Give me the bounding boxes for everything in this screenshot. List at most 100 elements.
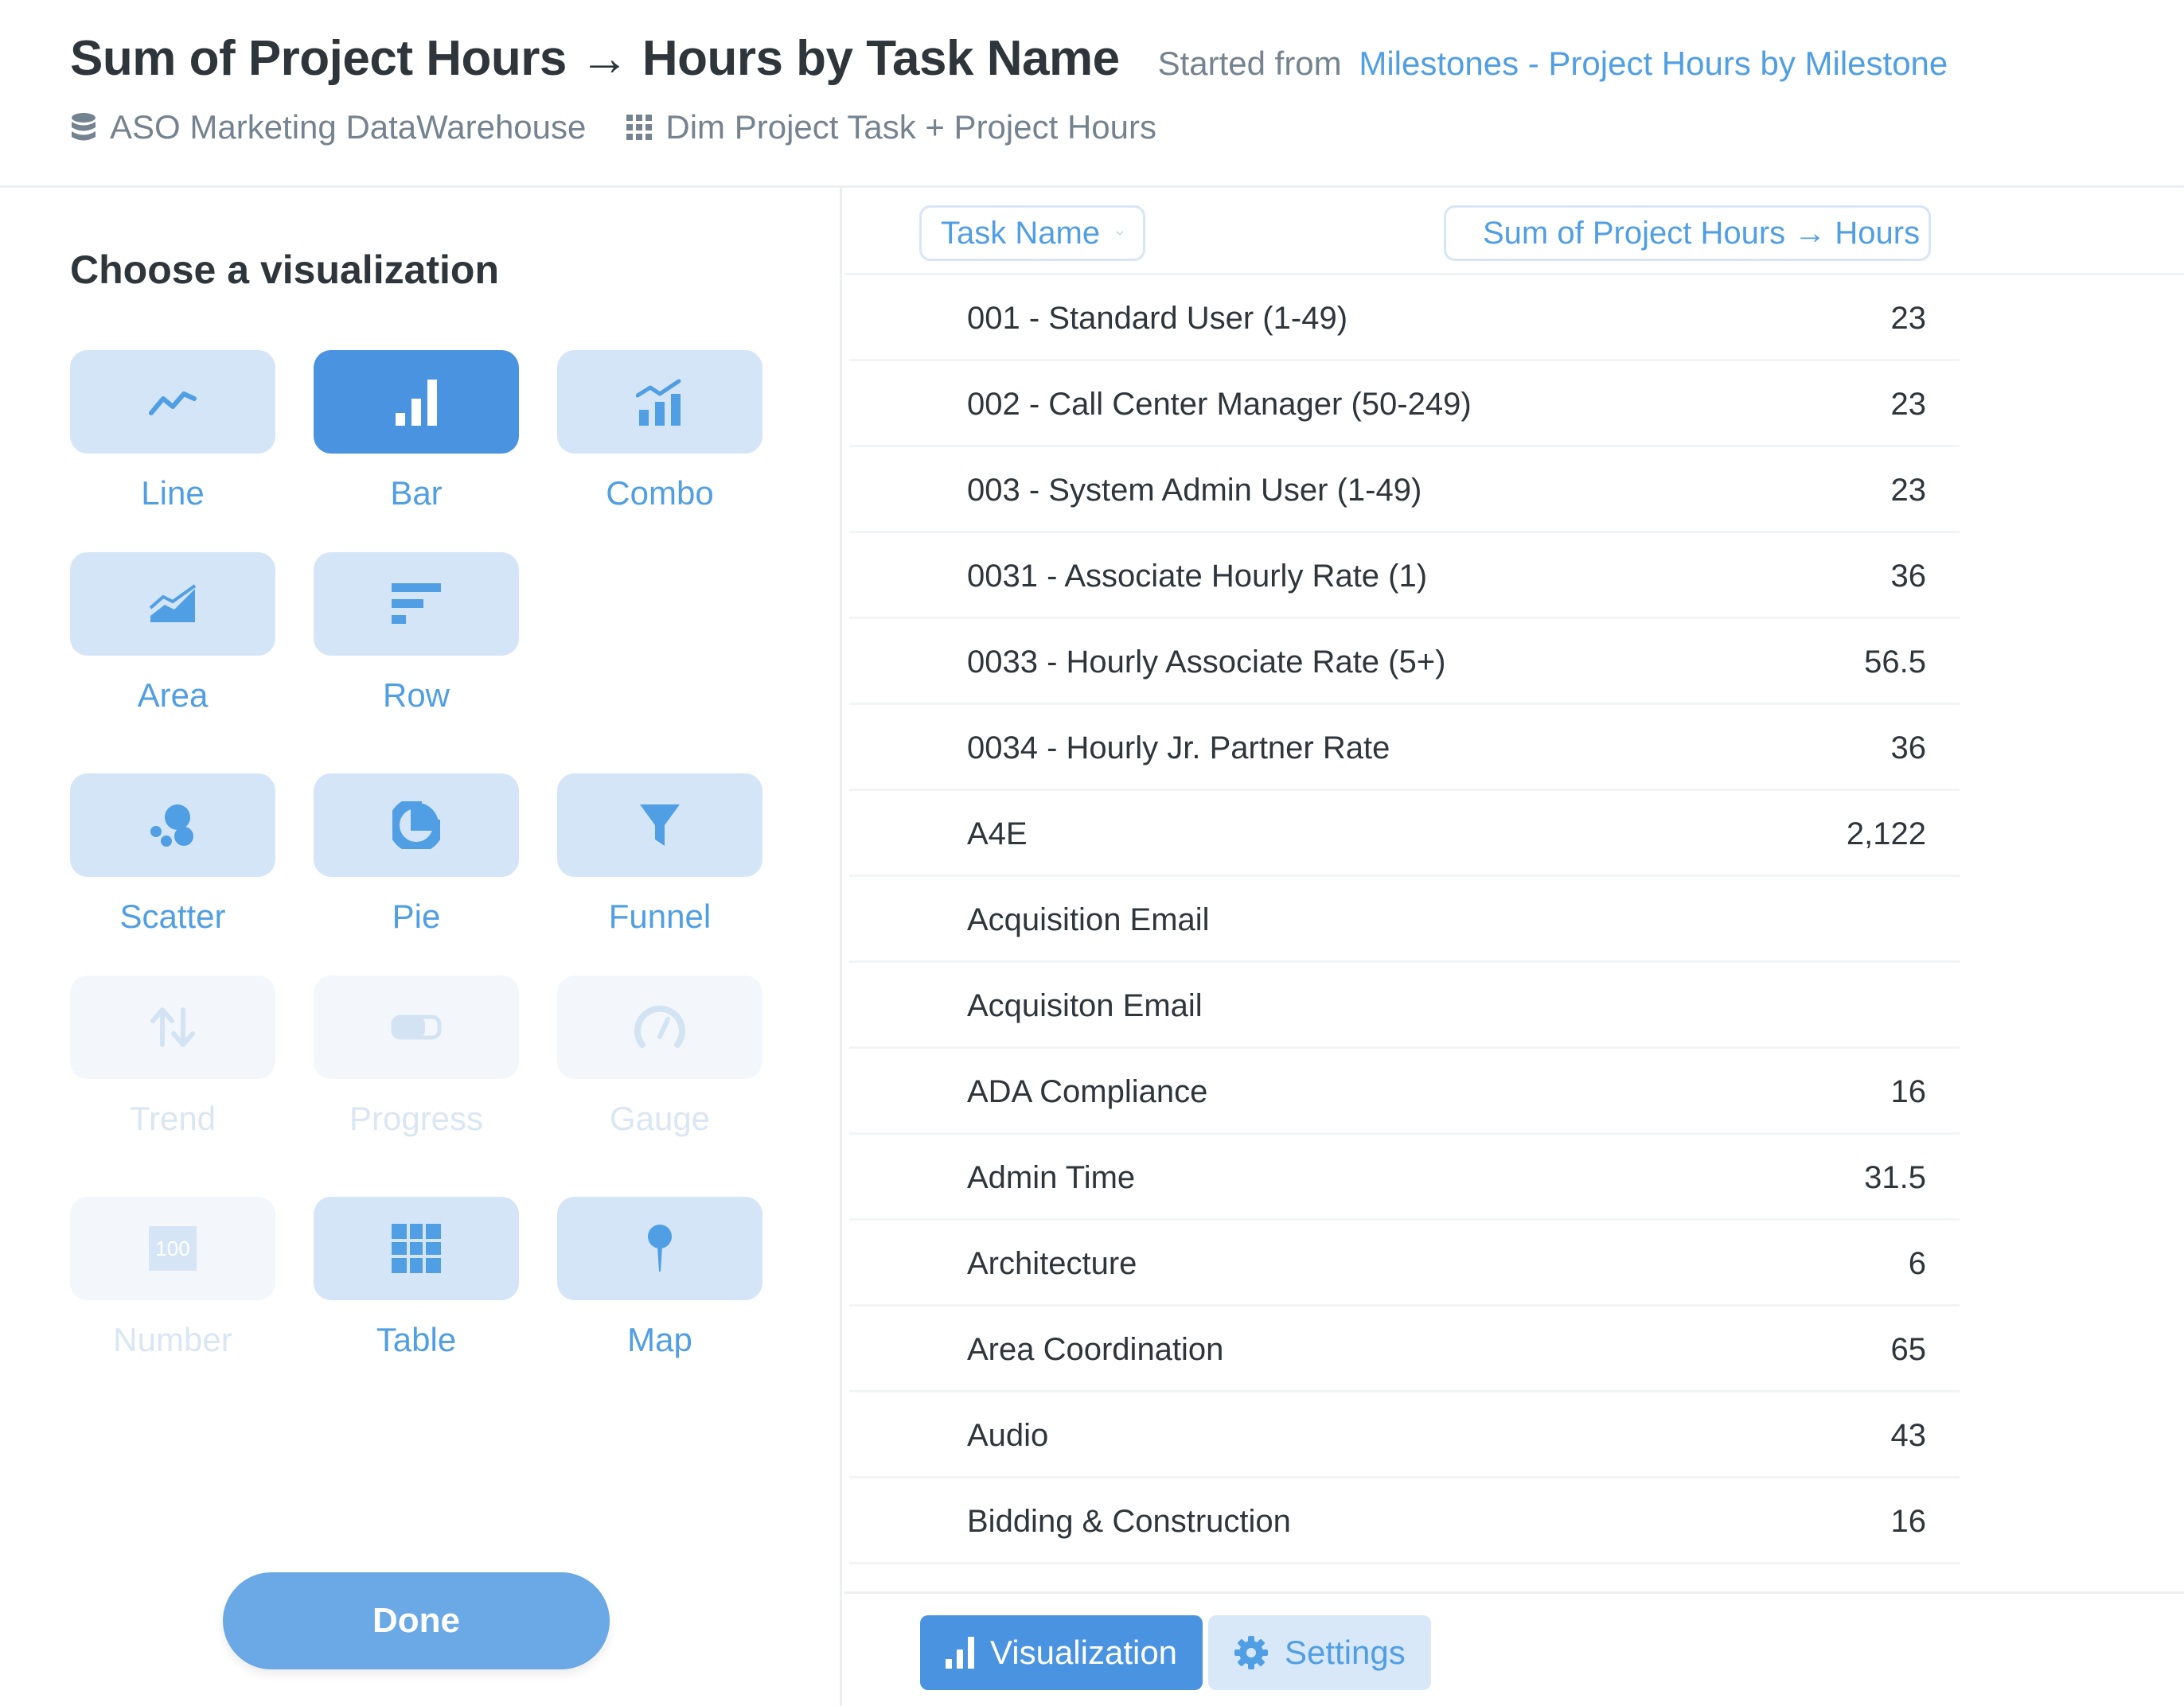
hours-cell: 23 <box>1890 300 1927 336</box>
sidebar-title: Choose a visualization <box>70 247 500 292</box>
task-name-cell: Admin Time <box>967 1159 1136 1195</box>
column-header-hours-label: Sum of Project Hours → Hours <box>1483 215 1921 251</box>
row-chart-icon <box>392 583 441 624</box>
viz-bar[interactable]: Bar <box>314 350 519 512</box>
hours-cell: 36 <box>1890 730 1927 765</box>
viz-scatter[interactable]: Scatter <box>70 773 275 936</box>
viz-map-label: Map <box>627 1321 692 1358</box>
viz-progress: Progress <box>314 976 519 1138</box>
visualization-button[interactable]: Visualization <box>920 1615 1203 1690</box>
task-name-cell: 003 - System Admin User (1-49) <box>967 472 1422 508</box>
task-name-cell: 0033 - Hourly Associate Rate (5+) <box>967 644 1446 680</box>
table-body: 001 - Standard User (1-49) 23 002 - Call … <box>849 275 2184 1564</box>
viz-area-tile[interactable] <box>70 552 275 656</box>
line-chart-icon <box>149 391 197 415</box>
viz-gauge: Gauge <box>557 976 762 1138</box>
viz-combo-tile[interactable] <box>557 350 762 454</box>
viz-bar-label: Bar <box>390 474 443 512</box>
table-row[interactable]: Admin Time 31.5 <box>849 1135 2184 1221</box>
hours-cell: 23 <box>1890 386 1927 422</box>
viz-gauge-tile <box>557 976 762 1079</box>
viz-area-label: Area <box>137 676 209 714</box>
progress-icon <box>391 1015 442 1040</box>
table-row[interactable]: A4E 2,122 <box>849 791 2184 877</box>
column-header-hours[interactable]: Sum of Project Hours → Hours <box>1444 205 1931 261</box>
viz-trend-tile <box>70 976 275 1079</box>
viz-scatter-label: Scatter <box>119 898 226 935</box>
viz-table[interactable]: Table <box>314 1197 519 1359</box>
started-from-label: Started from <box>1157 45 1342 82</box>
results-table: Task Name Sum of Project Hours → Hours 0… <box>844 188 2184 1591</box>
viz-scatter-tile[interactable] <box>70 773 275 877</box>
viz-area[interactable]: Area <box>70 552 275 715</box>
viz-line[interactable]: Line <box>70 350 275 512</box>
hours-cell: 16 <box>1890 1073 1927 1109</box>
database-crumb[interactable]: ASO Marketing DataWarehouse <box>70 108 586 146</box>
viz-pie[interactable]: Pie <box>314 773 519 936</box>
column-header-task-name[interactable]: Task Name <box>919 205 1145 261</box>
task-name-cell: 001 - Standard User (1-49) <box>967 300 1348 336</box>
settings-button[interactable]: Settings <box>1208 1615 1431 1690</box>
visualization-button-label: Visualization <box>990 1634 1178 1671</box>
table-icon <box>392 1224 441 1273</box>
table-row[interactable]: 003 - System Admin User (1-49) 23 <box>849 447 2184 533</box>
scatter-chart-icon <box>150 804 193 847</box>
table-row[interactable]: 001 - Standard User (1-49) 23 <box>849 275 2184 361</box>
done-button[interactable]: Done <box>223 1572 610 1669</box>
table-row[interactable]: Bidding & Construction 16 <box>849 1478 2184 1564</box>
bar-chart-icon <box>396 380 437 426</box>
viz-line-tile[interactable] <box>70 350 275 454</box>
viz-bar-tile[interactable] <box>314 350 519 454</box>
header: Sum of Project Hours → Hours by Task Nam… <box>0 0 2184 188</box>
table-row[interactable]: 0031 - Associate Hourly Rate (1) 36 <box>849 533 2184 619</box>
viz-pie-tile[interactable] <box>314 773 519 877</box>
viz-table-tile[interactable] <box>314 1197 519 1300</box>
breadcrumb: ASO Marketing DataWarehouse Dim Project … <box>70 108 1196 146</box>
gauge-icon <box>634 1005 685 1048</box>
task-name-cell: Acquisiton Email <box>967 987 1203 1023</box>
number-icon: 100 <box>149 1226 197 1271</box>
gear-icon <box>1234 1636 1268 1669</box>
viz-progress-label: Progress <box>349 1100 484 1137</box>
hours-cell: 2,122 <box>1846 816 1926 851</box>
viz-map-tile[interactable] <box>557 1197 762 1300</box>
viz-pie-label: Pie <box>392 898 441 935</box>
task-name-cell: ADA Compliance <box>967 1073 1208 1109</box>
viz-combo[interactable]: Combo <box>557 350 762 512</box>
table-row[interactable]: Audio 43 <box>849 1392 2184 1478</box>
table-row[interactable]: 0033 - Hourly Associate Rate (5+) 56.5 <box>849 619 2184 705</box>
hours-cell: 36 <box>1890 558 1927 594</box>
table-row[interactable]: Architecture 6 <box>849 1221 2184 1307</box>
bar-chart-icon <box>946 1637 974 1669</box>
viz-row-tile[interactable] <box>314 552 519 656</box>
task-name-cell: Audio <box>967 1417 1049 1453</box>
table-row[interactable]: 002 - Call Center Manager (50-249) 23 <box>849 361 2184 447</box>
viz-funnel-tile[interactable] <box>557 773 762 877</box>
task-name-cell: A4E <box>967 816 1028 851</box>
visualization-sidebar: Choose a visualization Line Bar Combo Ar… <box>0 188 842 1706</box>
combo-chart-icon <box>636 379 681 426</box>
task-name-cell: Bidding & Construction <box>967 1503 1291 1539</box>
viz-map[interactable]: Map <box>557 1197 762 1359</box>
pie-chart-icon <box>392 801 440 849</box>
hours-cell: 56.5 <box>1864 644 1926 680</box>
table-row[interactable]: ADA Compliance 16 <box>849 1049 2184 1135</box>
viz-row[interactable]: Row <box>314 552 519 715</box>
table-row[interactable]: Acquisiton Email <box>849 963 2184 1049</box>
footer-bar: Visualization Settings <box>844 1591 2184 1706</box>
hours-cell: 23 <box>1890 472 1927 508</box>
map-pin-icon <box>648 1225 672 1272</box>
trend-icon <box>150 1007 195 1047</box>
number-icon-text: 100 <box>155 1236 190 1260</box>
table-row[interactable]: Acquisition Email <box>849 877 2184 963</box>
table-name: Dim Project Task + Project Hours <box>665 108 1156 146</box>
table-crumb[interactable]: Dim Project Task + Project Hours <box>626 108 1156 146</box>
grid-icon <box>626 115 653 140</box>
task-name-cell: Architecture <box>967 1245 1137 1281</box>
task-name-cell: Area Coordination <box>967 1331 1224 1367</box>
table-row[interactable]: 0034 - Hourly Jr. Partner Rate 36 <box>849 705 2184 791</box>
started-from-link[interactable]: Milestones - Project Hours by Milestone <box>1359 45 1948 82</box>
chevron-down-icon <box>1116 231 1124 236</box>
viz-funnel[interactable]: Funnel <box>557 773 762 936</box>
table-row[interactable]: Area Coordination 65 <box>849 1307 2184 1392</box>
